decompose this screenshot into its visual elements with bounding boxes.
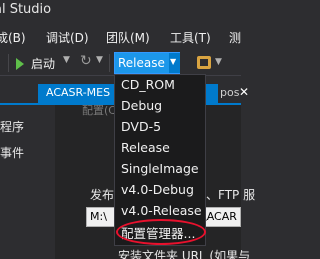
option-v4-debug[interactable]: v4.0-Debug (121, 182, 194, 197)
option-singleimage[interactable]: SingleImage (121, 161, 199, 176)
chevron-down-icon[interactable]: ▼ (96, 55, 103, 65)
menu-bar: 成(B) 调试(D) 团队(M) 工具(T) 测 (0, 26, 241, 48)
option-v4-release[interactable]: v4.0-Release (121, 203, 202, 218)
option-release[interactable]: Release (121, 140, 170, 155)
toolbar-separator (8, 54, 9, 72)
tab-pos[interactable]: pos (220, 86, 239, 99)
menu-debug[interactable]: 调试(D) (46, 29, 89, 46)
menu-build[interactable]: 成(B) (0, 29, 26, 46)
publish-label-suffix: 、FTP 服 (206, 188, 256, 202)
menu-tools[interactable]: 工具(T) (170, 29, 211, 46)
close-icon[interactable]: ✕ (239, 85, 249, 99)
configuration-value: Release (118, 56, 165, 70)
path-prefix: M:\ (90, 210, 107, 223)
install-url-label: 安装文件夹 URL (如果与 (118, 249, 251, 259)
publish-label: 发布 (90, 188, 115, 202)
folder-icon[interactable] (197, 56, 211, 69)
solution-configuration-combo[interactable]: Release ▼ (114, 52, 180, 74)
option-dvd-5[interactable]: DVD-5 (121, 119, 161, 134)
annotation-circle (116, 219, 206, 245)
chevron-down-icon[interactable]: ▼ (215, 57, 222, 67)
nav-item-events[interactable]: 事件 (0, 144, 24, 161)
title-bar: al Studio (0, 0, 241, 26)
chevron-down-icon[interactable]: ▼ (63, 55, 70, 65)
chevron-down-icon: ▼ (170, 57, 177, 66)
menu-team[interactable]: 团队(M) (106, 29, 150, 46)
option-debug[interactable]: Debug (121, 98, 162, 113)
menu-test[interactable]: 测 (229, 29, 241, 46)
window-title: al Studio (0, 2, 52, 17)
nav-item-program[interactable]: 程序 (0, 118, 24, 135)
configuration-dropdown-button[interactable]: ▼ (169, 53, 180, 73)
option-cd-rom[interactable]: CD_ROM (121, 77, 175, 92)
toolbar-separator (109, 54, 110, 72)
start-button-label[interactable]: 启动 (31, 55, 55, 72)
start-icon[interactable] (16, 58, 24, 70)
path-suffix: \ACAR (203, 210, 237, 223)
refresh-icon[interactable]: ↻ (80, 53, 92, 69)
tab-label: ACASR-MES (46, 86, 111, 99)
